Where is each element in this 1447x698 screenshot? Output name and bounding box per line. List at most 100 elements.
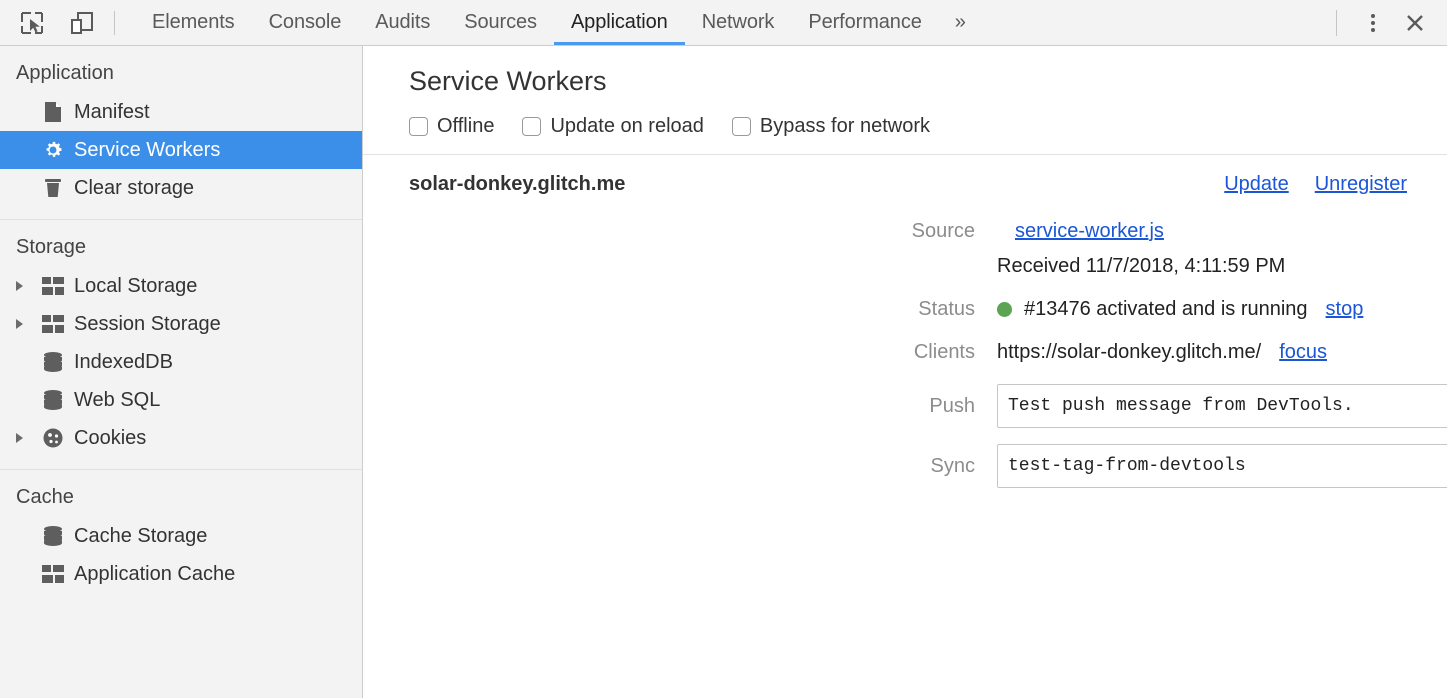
sidebar-item-service-workers[interactable]: Service Workers [0,131,362,169]
devtools-body: Application Manifest Ser [0,46,1447,698]
received-value: Received 11/7/2018, 4:11:59 PM [997,255,1285,278]
kebab-menu-icon[interactable] [1353,3,1393,43]
status-row: Status #13476 activated and is running s… [363,298,1447,321]
sidebar-group-title: Storage [0,230,362,267]
table-icon [38,565,68,583]
tab-network[interactable]: Network [685,0,792,45]
options-row: Offline Update on reload Bypass for netw… [409,115,1447,138]
sidebar-item-cookies[interactable]: Cookies [0,419,362,457]
gear-icon [38,139,68,161]
database-icon [38,389,68,411]
table-icon [38,315,68,333]
tab-label: Application [571,11,668,34]
clients-value: https://solar-donkey.glitch.me/ focus [997,341,1327,364]
checkbox-label: Offline [437,115,494,138]
panel-header: Service Workers Offline Update on reload… [363,46,1447,155]
table-icon [38,277,68,295]
database-icon [38,525,68,547]
update-on-reload-checkbox[interactable]: Update on reload [522,115,703,138]
registration-origin: solar-donkey.glitch.me [409,173,625,196]
sync-row: Sync Sync [363,444,1447,488]
database-icon [38,351,68,373]
tab-audits[interactable]: Audits [358,0,447,45]
registration-header: solar-donkey.glitch.me Update Unregister [363,173,1447,196]
checkbox-box[interactable] [522,117,541,136]
sidebar-item-application-cache[interactable]: Application Cache [0,555,362,593]
trash-icon [38,177,68,199]
document-icon [38,101,68,123]
cookie-icon [38,427,68,449]
bypass-for-network-checkbox[interactable]: Bypass for network [732,115,930,138]
sidebar-item-label: Cookies [74,427,146,450]
sidebar-item-cache-storage[interactable]: Cache Storage [0,517,362,555]
sidebar-item-label: Local Storage [74,275,197,298]
service-worker-registration: solar-donkey.glitch.me Update Unregister… [363,155,1447,488]
status-text: #13476 activated and is running [1024,298,1308,321]
offline-checkbox[interactable]: Offline [409,115,494,138]
device-toolbar-icon[interactable] [64,6,100,40]
source-label: Source [409,220,997,243]
chevron-right-icon[interactable] [16,319,38,329]
toolbar-left-icons [0,0,100,45]
tab-label: Console [269,11,342,34]
unregister-link[interactable]: Unregister [1315,173,1407,196]
received-row: Received 11/7/2018, 4:11:59 PM [363,255,1447,278]
tab-label: Audits [375,11,430,34]
sidebar-item-label: Web SQL [74,389,160,412]
tab-sources[interactable]: Sources [447,0,554,45]
source-file-link[interactable]: service-worker.js [1015,220,1164,243]
checkbox-box[interactable] [732,117,751,136]
sidebar-item-manifest[interactable]: Manifest [0,93,362,131]
push-message-input[interactable] [997,384,1447,428]
tab-label: Sources [464,11,537,34]
focus-link[interactable]: focus [1279,341,1327,364]
chevron-right-icon[interactable] [16,433,38,443]
stop-link[interactable]: stop [1326,298,1364,321]
sidebar-group-application: Application Manifest Ser [0,46,362,220]
sidebar-item-label: IndexedDB [74,351,173,374]
sidebar-item-label: Cache Storage [74,525,207,548]
tab-application[interactable]: Application [554,0,685,45]
sidebar-item-web-sql[interactable]: Web SQL [0,381,362,419]
checkbox-box[interactable] [409,117,428,136]
push-controls: Push [997,384,1447,428]
tab-performance[interactable]: Performance [791,0,938,45]
sidebar-item-label: Application Cache [74,563,235,586]
sidebar-item-clear-storage[interactable]: Clear storage [0,169,362,207]
sidebar-group-title: Cache [0,480,362,517]
close-icon[interactable] [1395,3,1435,43]
clients-label: Clients [409,341,997,364]
sidebar-item-indexeddb[interactable]: IndexedDB [0,343,362,381]
tab-label: Elements [152,11,235,34]
sidebar-group-storage: Storage Local Storage [0,220,362,470]
more-tabs-icon[interactable]: » [939,0,982,45]
sidebar-item-label: Clear storage [74,177,194,200]
devtools-toolbar: Elements Console Audits Sources Applicat… [0,0,1447,46]
sidebar-item-label: Service Workers [74,139,220,162]
toolbar-right-icons [1332,0,1447,45]
update-link[interactable]: Update [1224,173,1289,196]
status-label: Status [409,298,997,321]
registration-actions: Update Unregister [1224,173,1407,196]
source-row: Source service-worker.js [363,220,1447,243]
sidebar-item-session-storage[interactable]: Session Storage [0,305,362,343]
clients-row: Clients https://solar-donkey.glitch.me/ … [363,341,1447,364]
sidebar-item-label: Session Storage [74,313,221,336]
panel-tabs: Elements Console Audits Sources Applicat… [135,0,1332,45]
sync-label: Sync [409,455,997,478]
page-title: Service Workers [409,66,1447,97]
sidebar-group-title: Application [0,56,362,93]
checkbox-label: Bypass for network [760,115,930,138]
client-url: https://solar-donkey.glitch.me/ [997,341,1261,364]
tab-console[interactable]: Console [252,0,359,45]
push-row: Push Push [363,384,1447,428]
sync-tag-input[interactable] [997,444,1447,488]
status-value: #13476 activated and is running stop [997,298,1363,321]
checkbox-label: Update on reload [550,115,703,138]
sidebar-group-cache: Cache Cache Storage [0,470,362,605]
push-label: Push [409,395,997,418]
tab-elements[interactable]: Elements [135,0,252,45]
inspect-element-icon[interactable] [14,6,50,40]
sidebar-item-local-storage[interactable]: Local Storage [0,267,362,305]
chevron-right-icon[interactable] [16,281,38,291]
